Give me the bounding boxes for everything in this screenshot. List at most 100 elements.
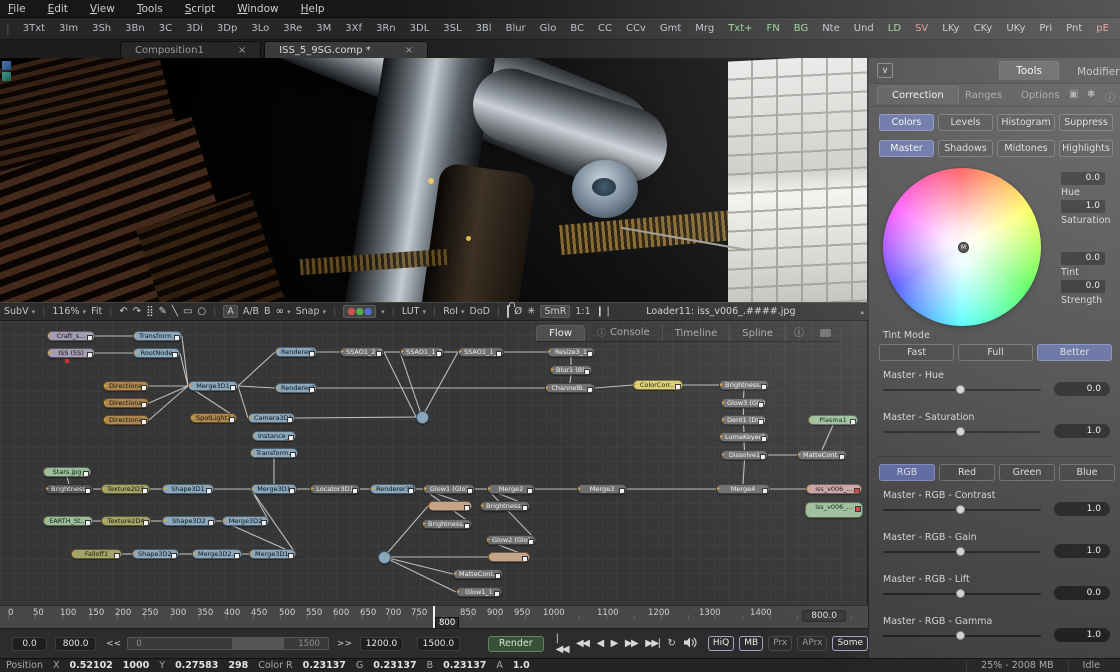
tool-button-3sl[interactable]: 3SL [436, 23, 468, 34]
toggle-some[interactable]: Some [832, 636, 868, 651]
node-shape3d2[interactable]: Shape3D2... [132, 549, 179, 559]
tool-button-3dp[interactable]: 3Dp [210, 23, 244, 34]
node-renderer3[interactable]: Renderer3... [275, 383, 317, 393]
node-camera3d1[interactable]: Camera3D1 [248, 413, 295, 423]
tool-button-ld[interactable]: LD [881, 23, 908, 34]
master-rgb-contrast-value[interactable]: 1.0 [1054, 502, 1110, 516]
tool-button-pe[interactable]: pE [1089, 23, 1116, 34]
node-texture2d3[interactable]: Texture2D3 [101, 484, 150, 494]
node-brightness[interactable]: Brightness... [719, 380, 769, 390]
node-brightness[interactable]: Brightness... [422, 519, 472, 529]
tab-options[interactable]: Options [1021, 90, 1060, 101]
node-earth-st[interactable]: EARTH_St... [43, 516, 93, 526]
tool-button-3bn[interactable]: 3Bn [118, 23, 152, 34]
tool-button-txt+[interactable]: Txt+ [721, 23, 759, 34]
toggle-mb[interactable]: MB [739, 636, 763, 651]
menu-item-script[interactable]: Script [185, 3, 215, 15]
node-unnamed[interactable] [488, 552, 530, 562]
pen-tool-icon[interactable]: ✎ [159, 306, 167, 317]
flow-tab-flow[interactable]: Flow [536, 325, 585, 341]
tool-button-3m[interactable]: 3M [309, 23, 338, 34]
rgb-tab-rgb[interactable]: RGB [879, 464, 935, 481]
tool-button-bc[interactable]: BC [563, 23, 591, 34]
stereo-glasses-icon[interactable]: ∞ ▾ [276, 306, 291, 317]
flow-editor[interactable]: FlowⓘConsoleTimelineSplineⓘ Craft_s...Tr… [0, 321, 868, 605]
node-shape3d1[interactable]: Shape3D1 [162, 484, 214, 494]
rgb-tab-blue[interactable]: Blue [1059, 464, 1115, 481]
range-slider[interactable]: 0 1500 [127, 637, 329, 650]
menu-item-view[interactable]: View [90, 3, 115, 15]
master-rgb-gamma-slider-handle[interactable] [956, 631, 965, 640]
master-rgb-gain-slider-handle[interactable] [956, 547, 965, 556]
node-merge3d1[interactable]: Merge3D1 [188, 381, 238, 391]
menu-item-help[interactable]: Help [301, 3, 325, 15]
node-iss-v006[interactable]: iss_v006_... [805, 502, 863, 518]
tool-button-3re[interactable]: 3Re [276, 23, 309, 34]
node-stars-jpg[interactable]: Stars.jpg [43, 467, 91, 477]
show-modes-icon[interactable]: ↷ [133, 306, 141, 317]
midtones-button[interactable]: Midtones [997, 140, 1055, 157]
lut-menu[interactable]: LUT ▾ [402, 306, 426, 317]
tool-button-nte[interactable]: Nte [815, 23, 847, 34]
node-directiona[interactable]: Directiona... [103, 415, 149, 425]
master-hue-slider-handle[interactable] [956, 385, 965, 394]
master-saturation-value[interactable]: 1.0 [1054, 424, 1110, 438]
tool-button-3rn[interactable]: 3Rn [369, 23, 403, 34]
master-rgb-contrast-slider[interactable] [883, 509, 1041, 511]
tool-button-cc[interactable]: CC [591, 23, 619, 34]
render-end-field[interactable]: 1500.0 [417, 637, 460, 651]
suppress-button[interactable]: Suppress [1059, 114, 1113, 131]
node-merge3d2[interactable]: Merge3D2... [192, 549, 242, 559]
time-ruler[interactable]: 800 800.0 050100150200250300350400450500… [0, 605, 868, 628]
tool-button-3lo[interactable]: 3Lo [244, 23, 276, 34]
tab-tools[interactable]: Tools [999, 61, 1059, 80]
node-merge3[interactable]: Merge3 [577, 484, 627, 494]
highlights-button[interactable]: Highlights [1059, 140, 1113, 157]
menu-item-tools[interactable]: Tools [137, 3, 163, 15]
master-rgb-gain-slider[interactable] [883, 551, 1041, 553]
flow-tab-console[interactable]: ⓘConsole [585, 324, 663, 341]
step-back-button[interactable]: << [106, 639, 121, 649]
step-fwd-fast-button[interactable]: ▶▶ [621, 638, 641, 649]
node-glow1-1[interactable]: Glow1_1 [456, 587, 502, 597]
node-directiona[interactable]: Directiona... [103, 381, 149, 391]
node-iss-5s[interactable]: ISS (5S) [47, 348, 95, 358]
checker-underlay-icon[interactable]: ⣿ [146, 306, 153, 317]
master-hue-value[interactable]: 0.0 [1054, 382, 1110, 396]
tab-iss-comp[interactable]: ISS_5_9SG.comp * × [264, 41, 428, 58]
buffer-ab-button[interactable]: A/B [243, 306, 259, 317]
tint-mode-full[interactable]: Full [958, 344, 1033, 361]
play-forward-button[interactable]: ▶ [607, 638, 621, 649]
histogram-button[interactable]: Histogram [997, 114, 1055, 131]
node-glow1-glo[interactable]: Glow1 (Glo) [423, 484, 475, 494]
grid-icon[interactable]: ▣ [1069, 89, 1078, 100]
pipe-router-node[interactable] [416, 411, 429, 424]
toggle-aprx[interactable]: APrx [797, 636, 827, 651]
audio-button[interactable] [684, 637, 697, 651]
tool-button-ccv[interactable]: CCv [619, 23, 653, 34]
tool-button-und[interactable]: Und [847, 23, 881, 34]
levels-bars-icon[interactable]: ❙❘ [596, 306, 613, 317]
node-merge4[interactable]: Merge4 [716, 484, 770, 494]
master-rgb-contrast-slider-handle[interactable] [956, 505, 965, 514]
tab-correction[interactable]: Correction [877, 86, 959, 104]
tool-button-3dl[interactable]: 3DL [403, 23, 437, 34]
node-brightness[interactable]: Brightness... [480, 501, 530, 511]
ellipse-tool-icon[interactable]: ○ [197, 306, 206, 317]
play-reverse-button[interactable]: ◀ [592, 638, 606, 649]
smr-button[interactable]: SmR [540, 305, 570, 318]
tool-button-mrg[interactable]: Mrg [688, 23, 721, 34]
strength-value-field[interactable]: 0.0 [1061, 280, 1105, 293]
tool-button-3di[interactable]: 3Di [179, 23, 210, 34]
pipe-router-node[interactable] [378, 551, 391, 564]
flow-tab-spline[interactable]: Spline [730, 326, 786, 341]
tool-button-3im[interactable]: 3Im [52, 23, 85, 34]
buffer-b-button[interactable]: B [264, 306, 271, 317]
tint-mode-better[interactable]: Better [1037, 344, 1112, 361]
snowflake-icon[interactable]: ✳ [527, 306, 535, 317]
master-rgb-gain-value[interactable]: 1.0 [1054, 544, 1110, 558]
node-falloff1[interactable]: Falloff1 [71, 549, 122, 559]
one-to-one-button[interactable]: 1:1 [575, 306, 590, 317]
snap-menu[interactable]: Snap ▾ [296, 306, 326, 317]
node-merge2[interactable]: Merge2 [487, 484, 535, 494]
